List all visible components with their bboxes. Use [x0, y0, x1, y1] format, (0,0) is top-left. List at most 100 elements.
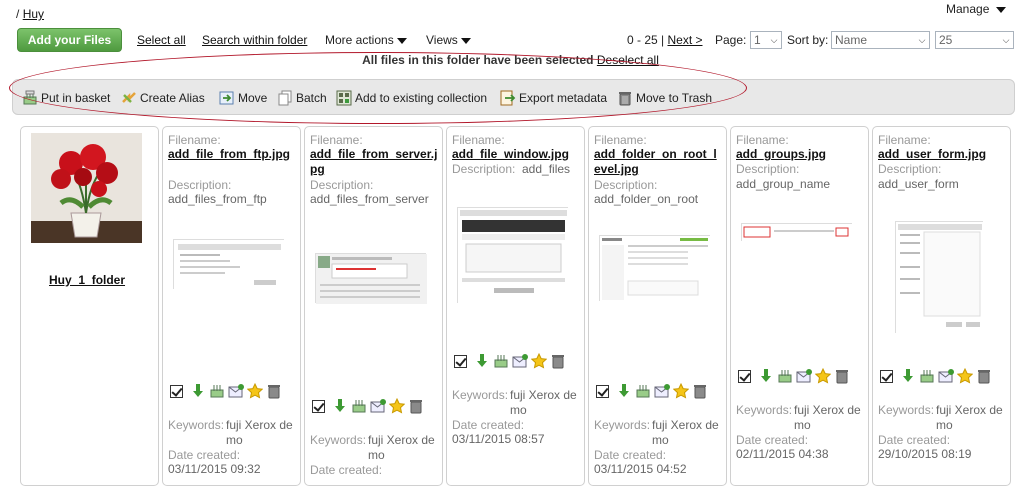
download-icon[interactable]: [332, 398, 348, 414]
description-label: Description:: [168, 178, 232, 192]
filename-label: Filename:: [310, 133, 363, 147]
create-alias-button[interactable]: Create Alias: [121, 90, 205, 106]
email-icon[interactable]: [512, 353, 528, 369]
put-in-basket-button[interactable]: Put in basket: [22, 90, 110, 106]
favorite-star-icon[interactable]: [247, 383, 263, 399]
selected-checkbox-icon[interactable]: [880, 369, 893, 383]
file-card[interactable]: Filename: add_file_from_server.jpg Descr…: [304, 126, 443, 486]
basket-icon[interactable]: [635, 383, 651, 399]
date-created-label: Date created:: [310, 463, 383, 477]
date-created-value: 29/10/2015 08:19: [878, 447, 972, 461]
select-all-link[interactable]: Select all: [137, 33, 186, 47]
date-created-label: Date created:: [594, 448, 667, 462]
description-value: add_files_from_ftp: [168, 192, 267, 206]
folder-name-link[interactable]: Huy_1_folder: [49, 273, 125, 287]
email-icon[interactable]: [370, 398, 386, 414]
filename-label: Filename:: [594, 133, 647, 147]
download-icon[interactable]: [616, 383, 632, 399]
export-metadata-button[interactable]: Export metadata: [500, 90, 607, 106]
file-card[interactable]: Filename: add_folder_on_root_level.jpg D…: [588, 126, 727, 486]
trash-icon[interactable]: [976, 368, 992, 384]
batch-button[interactable]: Batch: [277, 90, 327, 106]
filename-link[interactable]: add_folder_on_root_level.jpg: [594, 147, 722, 177]
trash-icon[interactable]: [834, 368, 850, 384]
basket-icon: [23, 90, 37, 105]
more-actions-label: More actions: [325, 33, 394, 47]
search-within-folder-link[interactable]: Search within folder: [202, 33, 307, 47]
keywords-value: fuji Xerox demo: [226, 418, 293, 447]
caret-down-icon: [995, 6, 1006, 13]
date-created-label: Date created:: [878, 433, 951, 447]
description-value: add_group_name: [736, 177, 831, 191]
email-icon[interactable]: [938, 368, 954, 384]
download-icon[interactable]: [900, 368, 916, 384]
move-button[interactable]: Move: [219, 90, 267, 106]
selected-checkbox-icon[interactable]: [738, 369, 751, 383]
download-icon[interactable]: [758, 368, 774, 384]
basket-icon[interactable]: [777, 368, 793, 384]
basket-icon[interactable]: [919, 368, 935, 384]
folder-thumbnail-image: [31, 133, 142, 243]
screenshot-thumbnail: [742, 224, 853, 242]
favorite-star-icon[interactable]: [531, 353, 547, 369]
trash-icon[interactable]: [408, 398, 424, 414]
file-thumbnail-image: [895, 221, 984, 334]
selected-checkbox-icon[interactable]: [454, 354, 467, 368]
move-to-trash-button[interactable]: Move to Trash: [617, 90, 712, 106]
favorite-star-icon[interactable]: [389, 398, 405, 414]
breadcrumb-link-huy[interactable]: Huy: [23, 7, 44, 21]
description-label: Description:: [878, 162, 942, 176]
email-icon[interactable]: [796, 368, 812, 384]
deselect-all-link[interactable]: Deselect all: [597, 53, 659, 67]
filename-link[interactable]: add_file_window.jpg: [452, 147, 580, 162]
download-icon[interactable]: [474, 353, 490, 369]
filename-link[interactable]: add_user_form.jpg: [878, 147, 1006, 162]
favorite-star-icon[interactable]: [957, 368, 973, 384]
filename-link[interactable]: add_file_from_ftp.jpg: [168, 147, 296, 162]
sort-select[interactable]: Name ⌵: [831, 31, 930, 49]
email-icon[interactable]: [654, 383, 670, 399]
filename-link[interactable]: add_file_from_server.jpg: [310, 147, 438, 177]
file-tools: [312, 398, 424, 414]
file-card[interactable]: Filename: add_file_window.jpg Descriptio…: [446, 126, 585, 486]
favorite-star-icon[interactable]: [673, 383, 689, 399]
description-label: Description:: [736, 162, 800, 176]
description-value: add_folder_on_root: [594, 192, 699, 206]
folder-card[interactable]: Huy_1_folder: [20, 126, 159, 486]
keywords-label: Keywords:: [736, 403, 793, 417]
manage-menu[interactable]: Manage: [946, 2, 1006, 16]
trash-icon[interactable]: [692, 383, 708, 399]
keywords-value: fuji Xerox demo: [936, 403, 1003, 432]
views-menu[interactable]: Views: [426, 33, 471, 47]
batch-label: Batch: [296, 91, 327, 105]
selected-checkbox-icon[interactable]: [312, 399, 325, 413]
add-files-button[interactable]: Add your Files: [17, 28, 122, 52]
trash-icon[interactable]: [550, 353, 566, 369]
email-icon[interactable]: [228, 383, 244, 399]
file-card[interactable]: Filename: add_file_from_ftp.jpg Descript…: [162, 126, 301, 486]
basket-icon[interactable]: [351, 398, 367, 414]
per-page-select[interactable]: 25 ⌵: [935, 31, 1014, 49]
filename-link[interactable]: add_groups.jpg: [736, 147, 864, 162]
screenshot-thumbnail: [174, 240, 285, 290]
selected-checkbox-icon[interactable]: [596, 384, 609, 398]
add-to-collection-button[interactable]: Add to existing collection: [336, 90, 487, 106]
file-thumbnail-image: [315, 253, 427, 304]
basket-icon[interactable]: [209, 383, 225, 399]
collection-icon: [336, 90, 352, 106]
file-card[interactable]: Filename: add_groups.jpg Description: ad…: [730, 126, 869, 486]
selected-checkbox-icon[interactable]: [170, 384, 183, 398]
download-icon[interactable]: [190, 383, 206, 399]
trash-icon[interactable]: [266, 383, 282, 399]
put-in-basket-label: Put in basket: [41, 91, 111, 105]
selection-notice: All files in this folder have been selec…: [0, 53, 1021, 67]
per-page-select-value: 25: [939, 33, 953, 47]
batch-pages-icon: [278, 90, 292, 106]
file-card[interactable]: Filename: add_user_form.jpg Description:…: [872, 126, 1011, 486]
basket-icon[interactable]: [493, 353, 509, 369]
more-actions-menu[interactable]: More actions: [325, 33, 407, 47]
page-select[interactable]: 1 ⌵: [750, 31, 782, 49]
next-page-link[interactable]: Next >: [667, 33, 702, 47]
favorite-star-icon[interactable]: [815, 368, 831, 384]
sort-label: Sort by:: [787, 33, 829, 47]
